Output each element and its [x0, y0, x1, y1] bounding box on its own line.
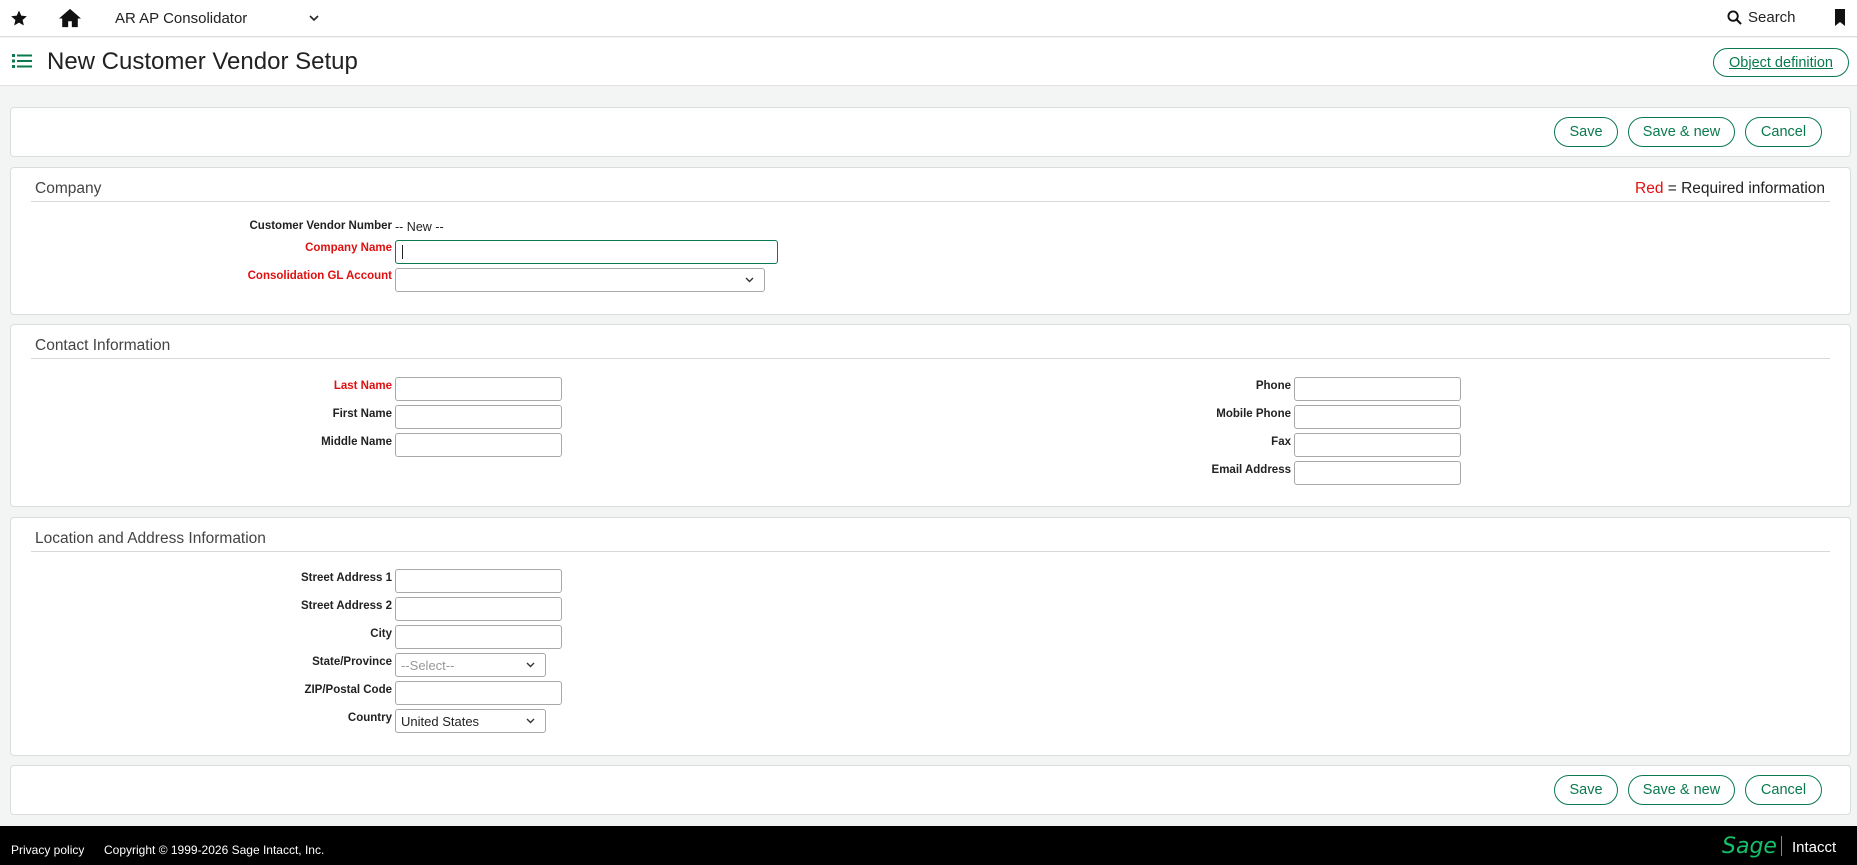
logo-divider [1781, 836, 1782, 856]
first-name-label: First Name [332, 408, 392, 420]
cancel-button[interactable]: Cancel [1745, 117, 1822, 147]
section-title-company: Company [35, 180, 102, 197]
last-name-label: Last Name [333, 380, 392, 392]
country-select[interactable]: United States [395, 709, 546, 733]
section-divider [31, 201, 1830, 202]
last-name-input[interactable] [395, 377, 562, 401]
customer-vendor-number-value: -- New -- [395, 220, 444, 234]
state-province-label: State/Province [312, 656, 392, 668]
top-navigation-bar: AR AP Consolidator Search [0, 0, 1857, 37]
copyright-text: Copyright © 1999-2026 Sage Intacct, Inc. [104, 843, 325, 857]
list-icon[interactable] [12, 52, 32, 70]
home-icon[interactable] [58, 7, 82, 29]
section-divider [31, 358, 1830, 359]
top-action-bar: Save Save & new Cancel [10, 107, 1851, 157]
email-address-input[interactable] [1294, 461, 1461, 485]
save-and-new-button[interactable]: Save & new [1628, 775, 1735, 805]
page-header: New Customer Vendor Setup Object definit… [0, 38, 1857, 86]
footer: Privacy policy Copyright © 1999-2026 Sag… [0, 826, 1857, 865]
search-label: Search [1748, 9, 1796, 26]
zip-postal-code-label: ZIP/Postal Code [304, 684, 392, 696]
save-button[interactable]: Save [1554, 775, 1618, 805]
street-address-2-input[interactable] [395, 597, 562, 621]
text-caret [402, 245, 403, 259]
page-title: New Customer Vendor Setup [47, 48, 358, 75]
privacy-policy-link[interactable]: Privacy policy [11, 843, 84, 857]
intacct-logo: Intacct [1792, 839, 1837, 856]
section-title-location: Location and Address Information [35, 530, 266, 547]
object-definition-link[interactable]: Object definition [1713, 48, 1849, 77]
app-name[interactable]: AR AP Consolidator [115, 10, 247, 27]
chevron-down-icon[interactable] [308, 12, 320, 24]
cancel-button[interactable]: Cancel [1745, 775, 1822, 805]
country-value: United States [401, 713, 480, 729]
state-province-select[interactable]: --Select-- [395, 653, 546, 677]
bottom-action-bar: Save Save & new Cancel [10, 765, 1851, 815]
first-name-input[interactable] [395, 405, 562, 429]
section-title-contact: Contact Information [35, 337, 171, 354]
save-and-new-button[interactable]: Save & new [1628, 117, 1735, 147]
mobile-phone-input[interactable] [1294, 405, 1461, 429]
country-label: Country [347, 712, 392, 724]
city-input[interactable] [395, 625, 562, 649]
street-address-1-label: Street Address 1 [301, 572, 392, 584]
city-label: City [370, 628, 392, 640]
chevron-down-icon [526, 718, 535, 724]
required-legend-red: Red [1635, 180, 1664, 197]
contact-information-section: Contact Information Last Name First Name… [10, 324, 1851, 507]
consolidation-gl-account-select[interactable] [395, 268, 765, 292]
bookmark-icon[interactable] [1834, 9, 1846, 26]
street-address-1-input[interactable] [395, 569, 562, 593]
required-legend-text: = Required information [1663, 180, 1825, 197]
required-legend: Red = Required information [1635, 180, 1825, 198]
chevron-down-icon [745, 277, 754, 283]
middle-name-label: Middle Name [321, 436, 392, 448]
sage-logo: Sage [1722, 834, 1777, 859]
customer-vendor-number-label: Customer Vendor Number [249, 220, 393, 232]
fax-label: Fax [1271, 436, 1291, 448]
save-button[interactable]: Save [1554, 117, 1618, 147]
middle-name-input[interactable] [395, 433, 562, 457]
company-name-input[interactable] [395, 240, 778, 264]
phone-input[interactable] [1294, 377, 1461, 401]
mobile-phone-label: Mobile Phone [1216, 408, 1291, 420]
company-section: Company Red = Required information Custo… [10, 167, 1851, 315]
fax-input[interactable] [1294, 433, 1461, 457]
consolidation-gl-account-label: Consolidation GL Account [247, 270, 392, 282]
company-name-label: Company Name [305, 242, 392, 254]
location-address-section: Location and Address Information Street … [10, 517, 1851, 756]
state-province-value: --Select-- [401, 657, 455, 673]
section-divider [31, 551, 1830, 552]
zip-postal-code-input[interactable] [395, 681, 562, 705]
street-address-2-label: Street Address 2 [301, 600, 392, 612]
email-address-label: Email Address [1211, 464, 1291, 476]
search-button[interactable]: Search [1727, 9, 1796, 26]
star-icon[interactable] [10, 9, 28, 27]
phone-label: Phone [1255, 380, 1291, 392]
chevron-down-icon [526, 662, 535, 668]
search-icon [1727, 10, 1742, 25]
